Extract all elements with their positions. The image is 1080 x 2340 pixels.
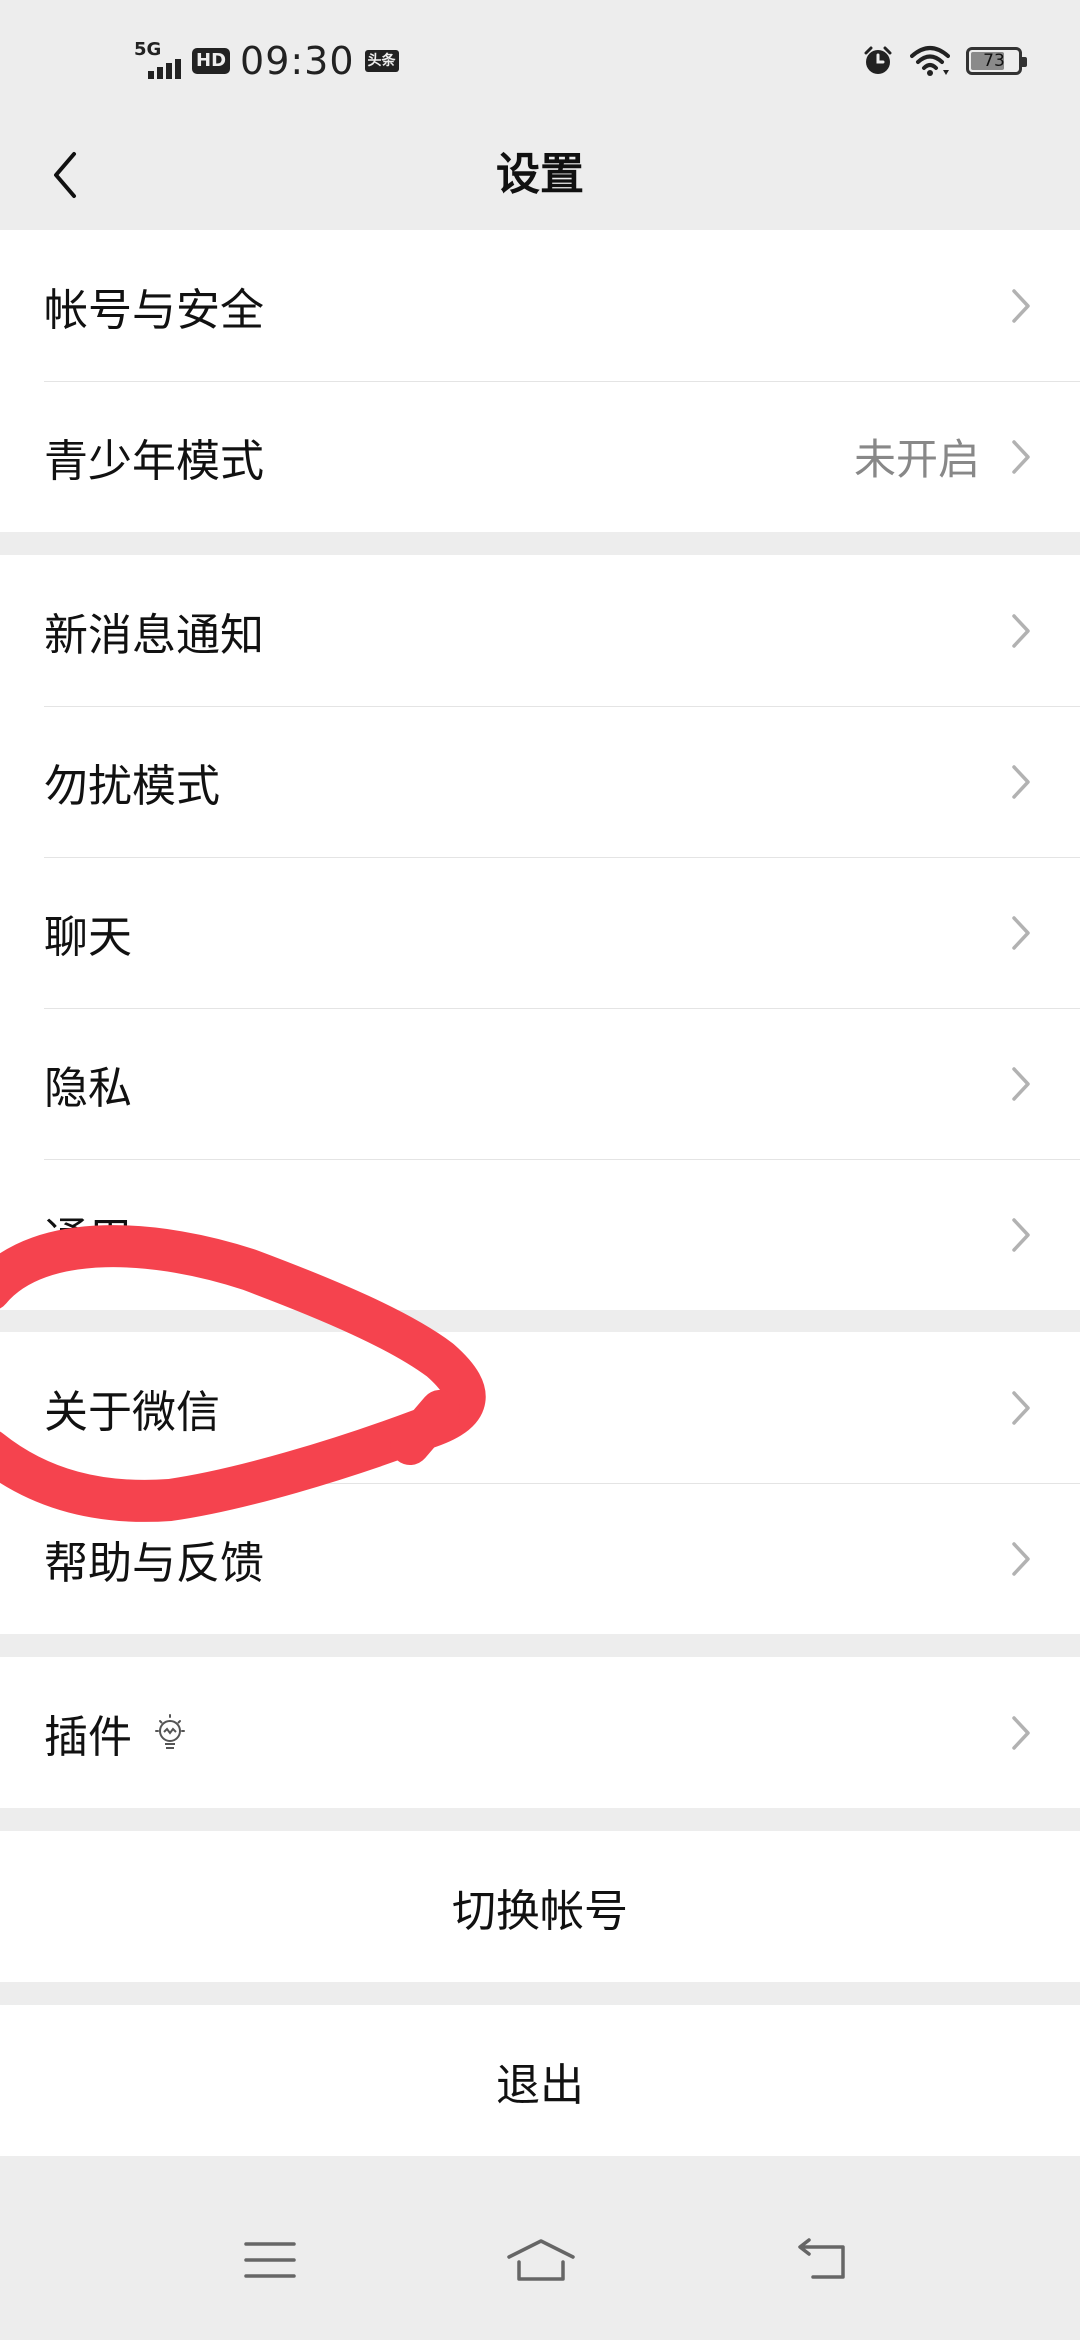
item-label: 青少年模式 bbox=[44, 435, 264, 487]
settings-item-notifications[interactable]: 新消息通知 bbox=[0, 555, 1080, 706]
settings-item-privacy[interactable]: 隐私 bbox=[0, 1008, 1080, 1159]
status-left: 5G HD 09:30 头条 bbox=[134, 36, 399, 86]
switch-account-button[interactable]: 切换帐号 bbox=[0, 1831, 1080, 1982]
hd-badge: HD bbox=[192, 48, 231, 74]
settings-item-teen-mode[interactable]: 青少年模式 未开启 bbox=[0, 381, 1080, 532]
network-type: 5G bbox=[134, 39, 162, 60]
settings-group-account: 帐号与安全 青少年模式 未开启 bbox=[0, 230, 1080, 532]
settings-item-general[interactable]: 通用 bbox=[0, 1159, 1080, 1310]
system-menu-button[interactable] bbox=[215, 2220, 325, 2300]
chevron-right-icon bbox=[1006, 1213, 1036, 1257]
chevron-right-icon bbox=[1006, 1062, 1036, 1106]
chevron-right-icon bbox=[1006, 1711, 1036, 1755]
chevron-right-icon bbox=[1006, 284, 1036, 328]
app-notification-badge: 头条 bbox=[364, 50, 399, 72]
logout-label: 退出 bbox=[496, 2059, 584, 2111]
item-label: 关于微信 bbox=[44, 1386, 220, 1438]
item-label: 通用 bbox=[44, 1213, 132, 1265]
back-button[interactable] bbox=[30, 140, 100, 210]
item-label: 插件 bbox=[44, 1711, 132, 1763]
settings-item-account-security[interactable]: 帐号与安全 bbox=[0, 230, 1080, 381]
settings-item-do-not-disturb[interactable]: 勿扰模式 bbox=[0, 706, 1080, 857]
item-label: 新消息通知 bbox=[44, 609, 264, 661]
item-label: 隐私 bbox=[44, 1062, 132, 1114]
chevron-right-icon bbox=[1006, 435, 1036, 479]
battery-level: 73 bbox=[983, 51, 1005, 71]
wifi-icon bbox=[910, 46, 950, 76]
item-label-wrap: 插件 bbox=[44, 1701, 1006, 1765]
status-bar: 5G HD 09:30 头条 73 bbox=[0, 0, 1080, 120]
nav-bar: 设置 bbox=[0, 120, 1080, 230]
item-value: 未开启 bbox=[853, 435, 980, 484]
home-icon bbox=[507, 2239, 575, 2281]
chevron-right-icon bbox=[1006, 1386, 1036, 1430]
settings-group-general: 新消息通知 勿扰模式 聊天 隐私 通用 bbox=[0, 555, 1080, 1310]
settings-group-about: 关于微信 帮助与反馈 bbox=[0, 1332, 1080, 1634]
chevron-right-icon bbox=[1006, 911, 1036, 955]
settings-item-about-wechat[interactable]: 关于微信 bbox=[0, 1332, 1080, 1483]
settings-screen: 5G HD 09:30 头条 73 设置 帐号与安全 青少年模式 未开启 新消息… bbox=[0, 0, 1080, 2340]
status-time: 09:30 bbox=[240, 39, 355, 83]
item-label: 勿扰模式 bbox=[44, 760, 220, 812]
signal-icon: 5G bbox=[134, 39, 182, 81]
settings-item-plugins[interactable]: 插件 bbox=[0, 1657, 1080, 1808]
settings-group-plugins: 插件 bbox=[0, 1657, 1080, 1808]
item-label: 帐号与安全 bbox=[44, 284, 264, 336]
item-label: 帮助与反馈 bbox=[44, 1537, 264, 1589]
menu-icon bbox=[244, 2242, 296, 2278]
settings-item-chat[interactable]: 聊天 bbox=[0, 857, 1080, 1008]
chevron-left-icon bbox=[54, 152, 76, 198]
settings-item-help-feedback[interactable]: 帮助与反馈 bbox=[0, 1483, 1080, 1634]
system-back-button[interactable] bbox=[767, 2220, 877, 2300]
item-label: 聊天 bbox=[44, 911, 132, 963]
system-home-button[interactable] bbox=[486, 2220, 596, 2300]
logout-group: 退出 bbox=[0, 2005, 1080, 2156]
logout-button[interactable]: 退出 bbox=[0, 2005, 1080, 2156]
chevron-right-icon bbox=[1006, 609, 1036, 653]
page-title: 设置 bbox=[496, 149, 584, 200]
chevron-right-icon bbox=[1006, 760, 1036, 804]
switch-account-group: 切换帐号 bbox=[0, 1831, 1080, 1982]
battery-icon: 73 bbox=[966, 47, 1027, 75]
chevron-right-icon bbox=[1006, 1537, 1036, 1581]
status-right: 73 bbox=[862, 38, 1027, 84]
system-nav-bar bbox=[0, 2180, 1080, 2340]
alarm-icon bbox=[864, 46, 892, 74]
back-arrow-icon bbox=[798, 2238, 845, 2279]
switch-account-label: 切换帐号 bbox=[452, 1885, 628, 1937]
lightbulb-icon bbox=[150, 1711, 190, 1755]
